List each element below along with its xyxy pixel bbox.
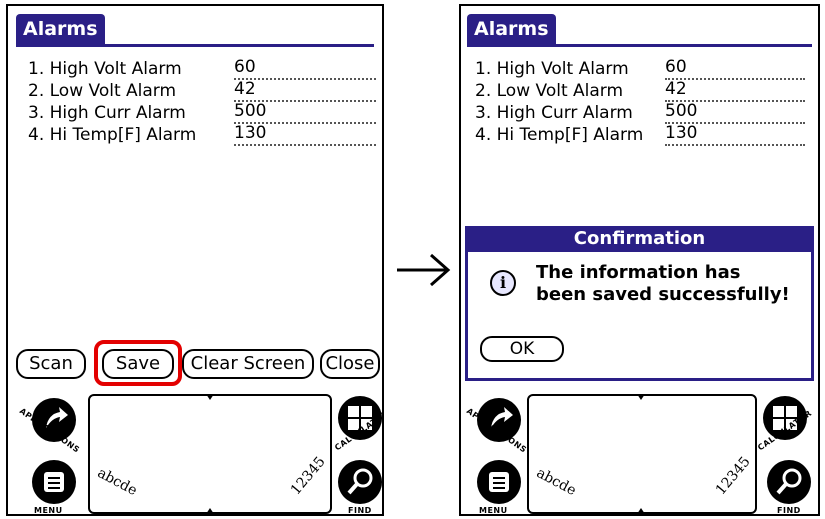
- numbers-label: 12345: [287, 453, 329, 499]
- menu-icon[interactable]: [477, 460, 521, 504]
- close-button[interactable]: Close: [320, 349, 380, 379]
- divider-mark-top: [637, 394, 645, 400]
- title-bar: Alarms: [467, 14, 812, 47]
- dialog-message-line-2: been saved successfully!: [536, 284, 790, 305]
- ok-button[interactable]: OK: [480, 336, 564, 362]
- confirmation-dialog: Confirmation i The information has been …: [465, 226, 814, 381]
- divider-mark-top: [206, 394, 214, 400]
- alarm-value-field[interactable]: 60: [234, 58, 376, 80]
- alarm-label: 3. High Curr Alarm: [28, 103, 186, 123]
- save-button[interactable]: Save: [102, 349, 174, 379]
- info-icon: i: [490, 270, 516, 296]
- alarm-value-field[interactable]: 500: [665, 102, 805, 124]
- alarm-label: 3. High Curr Alarm: [475, 103, 633, 123]
- alarm-value-field[interactable]: 42: [234, 80, 376, 102]
- alarm-value-field[interactable]: 130: [234, 124, 376, 146]
- dialog-message-line-1: The information has: [536, 262, 741, 283]
- graffiti-writing-area[interactable]: abcde 12345: [527, 394, 757, 514]
- palm-screen-before: Alarms 1. High Volt Alarm 60 2. Low Volt…: [6, 4, 384, 516]
- letters-label: abcde: [533, 464, 579, 500]
- dialog-message: The information has been saved successfu…: [536, 262, 790, 306]
- alarm-label: 2. Low Volt Alarm: [28, 81, 177, 101]
- graffiti-writing-area[interactable]: abcde 12345: [88, 394, 332, 514]
- alarm-label: 4. Hi Temp[F] Alarm: [28, 125, 197, 145]
- find-icon[interactable]: [767, 460, 811, 504]
- find-label: FIND: [348, 506, 372, 515]
- graffiti-area: APPLICATIONS MENU abcde 12345 CALCULATOR…: [8, 390, 382, 515]
- alarm-value-field[interactable]: 130: [665, 124, 805, 146]
- alarm-value-field[interactable]: 500: [234, 102, 376, 124]
- graffiti-area: APPLICATIONS MENU abcde 12345 CALCULATOR…: [461, 390, 818, 515]
- title-rule: [467, 44, 812, 47]
- numbers-label: 12345: [712, 453, 754, 499]
- find-label: FIND: [777, 506, 801, 515]
- palm-screen-after: Alarms 1. High Volt Alarm 60 2. Low Volt…: [459, 4, 820, 516]
- divider-mark-bottom: [637, 508, 645, 514]
- scan-button[interactable]: Scan: [16, 349, 86, 379]
- alarm-label: 1. High Volt Alarm: [475, 59, 629, 79]
- find-icon[interactable]: [338, 460, 382, 504]
- screen-title: Alarms: [16, 14, 105, 44]
- right-arrow-icon: [393, 250, 453, 290]
- letters-label: abcde: [94, 464, 140, 500]
- screen-title: Alarms: [467, 14, 556, 44]
- dialog-title: Confirmation: [468, 226, 811, 252]
- alarm-label: 2. Low Volt Alarm: [475, 81, 624, 101]
- clear-screen-button[interactable]: Clear Screen: [182, 349, 314, 379]
- title-rule: [16, 44, 374, 47]
- divider-mark-bottom: [206, 508, 214, 514]
- title-bar: Alarms: [16, 14, 374, 47]
- menu-icon[interactable]: [32, 460, 76, 504]
- alarm-label: 1. High Volt Alarm: [28, 59, 182, 79]
- alarm-label: 4. Hi Temp[F] Alarm: [475, 125, 644, 145]
- menu-label: MENU: [34, 506, 63, 515]
- alarm-value-field[interactable]: 60: [665, 58, 805, 80]
- menu-label: MENU: [479, 506, 508, 515]
- alarm-value-field[interactable]: 42: [665, 80, 805, 102]
